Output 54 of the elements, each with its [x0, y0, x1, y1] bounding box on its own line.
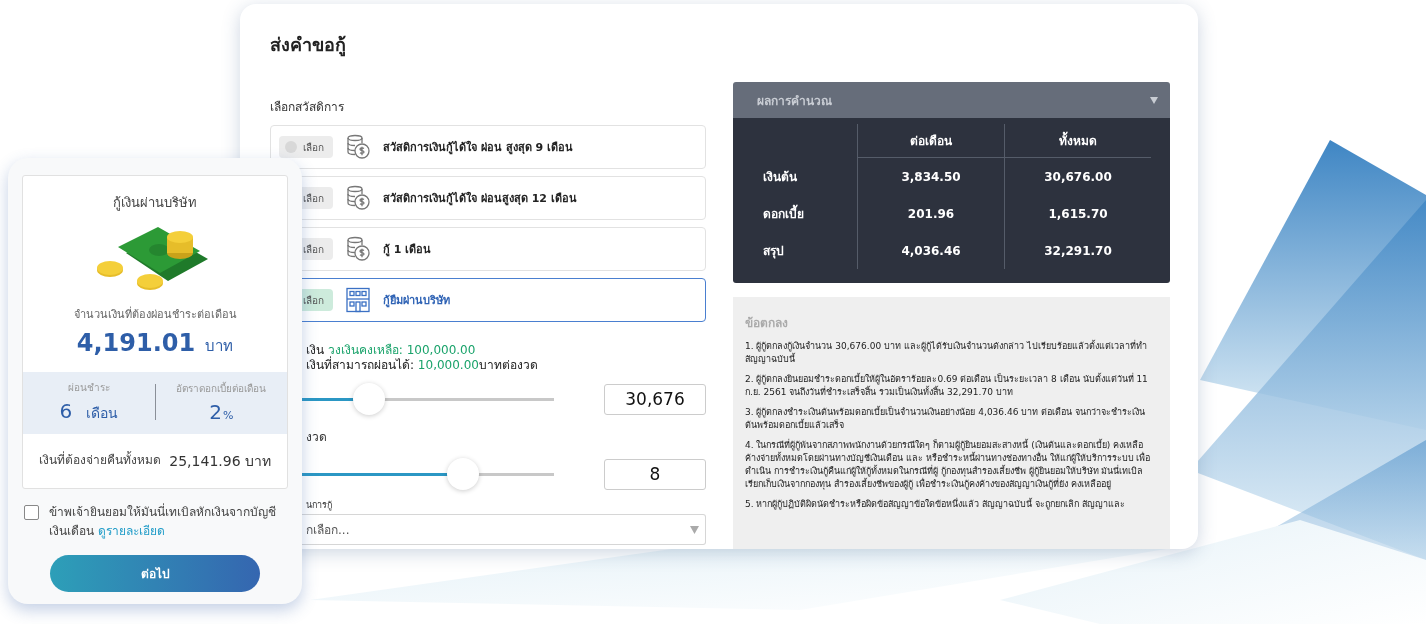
table-cell: 3,834.50 — [857, 158, 1004, 195]
terms-paragraph: 2. ผู้กู้ตกลงยินยอมชำระดอกเบี้ยให้ผู้ในอัตราร้อยละ0.69 ต่อเดือน เป็นระยะเวลา 8 เดือน นับตั้งแต่วันที่ 11 ก.ย. 2561 จนถึงวันที่ชำระเสร็จสิ้น รวมเป็นเงินทั้งสิ้น 32,291.70 บาท — [745, 373, 1149, 399]
terms-paragraph: 5. หากผู้กู้ปฏิบัติผิดนัดชำระหรือผิดข้อสัญญาข้อใดข้อหนึ่งแล้ว สัญญาฉบับนี้ จะถูกยกเลิก สัญญาและ — [745, 498, 1127, 511]
caret-icon — [690, 525, 699, 534]
terms-paragraph: 4. ในกรณีที่ผู้กู้พ้นจากสภาพพนักงานด้วยกรณีใดๆ ก็ตามผู้กู้ยินยอมสะสางหนี้ (เงินต้นและดอกเบี้ย) คงเหลือ ค้างจ่ายทั้งหมดโดยผ่านทางบัญชีเงินเดือน และ หรือชำระหนี้ผ่านทางช่องทางอื่น ให้แก่ผู้ให้บริการระบบ เพื่อดำเนิน การชำระเงินกู้คืนแก่ผู้ให้กู้ทั้งหมดในกรณีที่ผู้ กู้กองทุนสำรองเลี้ยงชีพ ผู้กู้ยินยอมให้บริษัท มันนี่เทเบิลเรียกเก็บเงินจากกองทุน สำรองเลี้ยงชีพของผู้กู้ เพื่อชำระเงินกู้คงค้างของสัญญาเงินกู้ที่ยัง คงเหลืออยู่ — [745, 439, 1152, 491]
table-cell: 1,615.70 — [1004, 195, 1151, 232]
purpose-select[interactable]: กเลือก... — [302, 514, 706, 545]
stat-unit: เดือน — [86, 404, 119, 423]
section-label: เลือกสวัสดิการ — [270, 99, 345, 116]
limit-text: เงินที่สามารถผ่อนได้: 10,000.00บาทต่องวด — [306, 358, 539, 373]
column-header: ต่อเดือน — [857, 124, 1004, 158]
page-title: ส่งคำขอกู้ — [270, 33, 347, 59]
option-label: กู้ 1 เดือน — [383, 242, 432, 258]
terms-paragraph: 1. ผู้กู้ตกลงกู้เงินจำนวน 30,676.00 บาท และผู้กู้ได้รับเงินจำนวนดังกล่าว ไปเรียบร้อยแล้วตั้งแต่เวลาที่ทำ สัญญาฉบับนี้ — [745, 340, 1148, 366]
value-field[interactable]: 30,676 — [604, 383, 706, 415]
table-cell: 32,291.70 — [1004, 232, 1151, 269]
option-label: กู้ยืมผ่านบริษัท — [383, 293, 450, 309]
stat-value: 2 — [209, 399, 222, 424]
stat-label: อัตราดอกเบี้ยต่อเดือน — [176, 380, 267, 396]
caret-icon — [1150, 96, 1158, 104]
table-cell: 4,036.46 — [857, 232, 1004, 269]
stat-unit: % — [222, 408, 234, 422]
coin-stack-icon — [345, 185, 371, 211]
monthly-amount: 4,191.01 — [76, 329, 196, 357]
amount-caption: จำนวนเงินที่ต้องผ่อนชำระต่อเดือน — [73, 305, 237, 323]
total-label: เงินที่ต้องจ่ายคืนทั้งหมด — [39, 450, 161, 469]
slider-thumb[interactable] — [447, 458, 480, 490]
terms-title: ข้อตกลง — [745, 315, 789, 332]
option-label: สวัสดิการเงินกู้ได้ใจ ผ่อน สูงสุด 9 เดือน — [383, 139, 573, 156]
table-cell: 201.96 — [857, 195, 1004, 232]
stat-label: ผ่อนชำระ — [67, 381, 110, 395]
card-title: กู้เงินผ่านบริษัท — [113, 194, 197, 213]
row-label: สรุป — [763, 243, 785, 261]
value-field[interactable]: 8 — [604, 458, 706, 490]
installments-label: งวด — [305, 429, 328, 446]
total-value: 25,141.96 บาท — [169, 452, 271, 471]
next-button[interactable]: ต่อไป — [50, 555, 260, 592]
currency-unit: บาท — [205, 336, 234, 357]
option-label: สวัสดิการเงินกู้ได้ใจ ผ่อนสูงสุด 12 เดือน — [383, 190, 577, 207]
building-icon — [345, 287, 371, 313]
coin-stack-icon — [345, 236, 371, 262]
consent-checkbox[interactable] — [24, 505, 39, 520]
stat-value: 6 — [59, 399, 73, 423]
select-pill[interactable]: เลือก — [279, 136, 333, 158]
slider-thumb[interactable] — [353, 383, 386, 415]
coin-stack-icon — [345, 134, 371, 160]
welfare-option[interactable]: เลือก สวัสดิการเงินกู้ได้ใจ ผ่อน สูงสุด 9 เดือน — [270, 125, 706, 169]
terms-paragraph: 3. ผู้กู้ตกลงชำระเงินต้นพร้อมดอกเบี้ยเป็นจำนวนเงินอย่างน้อย 4,036.46 บาท ต่อเดือน จนกว่าจะชำระเงินต้นพร้อมดอกเบี้ยแล้วเสร็จ — [745, 406, 1146, 432]
row-label: ดอกเบี้ย — [763, 195, 857, 232]
row-label: เงินต้น — [763, 169, 798, 186]
limit-text: เงิน วงเงินคงเหลือ: 100,000.00 — [306, 343, 477, 357]
table-cell: 30,676.00 — [1004, 158, 1151, 195]
consent-text: ข้าพเจ้ายินยอมให้มันนี่เทเบิลหักเงินจากบัญชีเงินเดือน ดูรายละเอียด — [49, 503, 277, 541]
column-header: ทั้งหมด — [1004, 124, 1151, 158]
